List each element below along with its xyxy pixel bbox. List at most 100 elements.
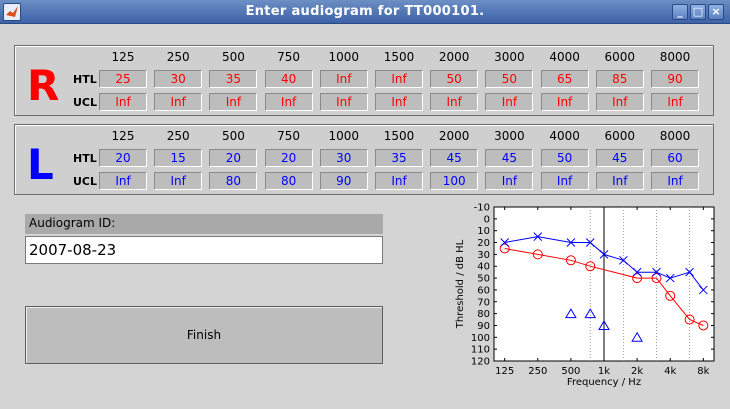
x-tick-label: 4k bbox=[664, 366, 676, 377]
left-htl-cell-125[interactable]: 20 bbox=[99, 149, 147, 167]
x-tick-label: 8k bbox=[697, 366, 709, 377]
left-ucl-cell-4000[interactable]: Inf bbox=[540, 172, 589, 190]
x-tick-label: 500 bbox=[561, 366, 580, 377]
frequency-header-1000: 1000 bbox=[328, 50, 360, 64]
right-ear-panel: R HTL UCL 125 250 500 750 1000 1500 2000 3000 40… bbox=[14, 45, 714, 116]
maximize-icon[interactable]: □ bbox=[690, 4, 706, 20]
x-tick-label: 2k bbox=[631, 366, 643, 377]
frequency-header-250: 250 bbox=[166, 129, 190, 143]
left-htl-cell-500[interactable]: 20 bbox=[209, 149, 258, 167]
minimize-icon[interactable]: _ bbox=[672, 4, 688, 20]
left-htl-cell-250[interactable]: 15 bbox=[154, 149, 203, 167]
window-title: Enter audiogram for TT000101. bbox=[245, 4, 485, 19]
left-ucl-cell-125[interactable]: Inf bbox=[99, 172, 147, 190]
audiogram-chart: -100102030405060708090100110120 125 250 500… bbox=[455, 203, 715, 388]
right-htl-cell-8000[interactable]: 90 bbox=[651, 70, 699, 88]
left-htl-cell-6000[interactable]: 45 bbox=[595, 149, 644, 167]
right-htl-cell-3000[interactable]: 50 bbox=[485, 70, 534, 88]
x-tick-label: 1k bbox=[598, 366, 610, 377]
frequency-header-8000: 8000 bbox=[659, 129, 691, 143]
title-bar: Enter audiogram for TT000101. _ □ × bbox=[0, 0, 730, 24]
y-tick-label: 0 bbox=[484, 214, 490, 225]
close-icon[interactable]: × bbox=[708, 4, 724, 20]
left-ucl-cell-500[interactable]: 80 bbox=[209, 172, 258, 190]
left-ucl-label: UCL bbox=[73, 175, 98, 188]
frequency-header-1000: 1000 bbox=[328, 129, 360, 143]
left-ear-label: L bbox=[27, 140, 54, 189]
right-ucl-cell-125[interactable]: Inf bbox=[99, 93, 147, 111]
right-ucl-cell-2000[interactable]: Inf bbox=[430, 93, 479, 111]
frequency-header-4000: 4000 bbox=[549, 50, 580, 64]
y-axis-label: Threshold / dB HL bbox=[455, 239, 466, 329]
frequency-header-4000: 4000 bbox=[549, 129, 580, 143]
left-htl-cell-3000[interactable]: 45 bbox=[485, 149, 534, 167]
y-tick-label: 80 bbox=[477, 309, 490, 320]
left-ucl-cell-1500[interactable]: Inf bbox=[375, 172, 423, 190]
right-ear-label: R bbox=[27, 61, 60, 110]
right-htl-cell-750[interactable]: 40 bbox=[264, 70, 313, 88]
frequency-header-125: 125 bbox=[111, 129, 135, 143]
left-ucl-cell-6000[interactable]: Inf bbox=[595, 172, 644, 190]
left-ucl-cell-3000[interactable]: Inf bbox=[485, 172, 534, 190]
y-tick-label: 50 bbox=[477, 274, 490, 285]
frequency-header-500: 500 bbox=[221, 50, 245, 64]
right-ucl-cell-750[interactable]: Inf bbox=[264, 93, 313, 111]
right-htl-cell-2000[interactable]: 50 bbox=[430, 70, 479, 88]
right-ucl-cell-8000[interactable]: Inf bbox=[651, 93, 699, 111]
x-axis-label: Frequency / Hz bbox=[567, 377, 641, 388]
right-htl-cell-6000[interactable]: 85 bbox=[595, 70, 644, 88]
right-ucl-cell-500[interactable]: Inf bbox=[209, 93, 258, 111]
right-ucl-cell-250[interactable]: Inf bbox=[154, 93, 203, 111]
right-ucl-cell-1500[interactable]: Inf bbox=[375, 93, 423, 111]
y-tick-label: 110 bbox=[471, 345, 490, 356]
right-ucl-cell-1000[interactable]: Inf bbox=[319, 93, 368, 111]
finish-button[interactable]: Finish bbox=[25, 306, 383, 364]
left-htl-cell-1500[interactable]: 35 bbox=[375, 149, 423, 167]
left-ucl-cell-250[interactable]: Inf bbox=[154, 172, 203, 190]
y-tick-label: 100 bbox=[471, 333, 490, 344]
audiogram-id-label: Audiogram ID: bbox=[25, 214, 383, 234]
left-htl-cell-2000[interactable]: 45 bbox=[430, 149, 479, 167]
left-htl-cell-750[interactable]: 20 bbox=[264, 149, 313, 167]
frequency-header-3000: 3000 bbox=[494, 50, 525, 64]
right-htl-cell-250[interactable]: 30 bbox=[154, 70, 203, 88]
left-ucl-cell-750[interactable]: 80 bbox=[264, 172, 313, 190]
frequency-header-500: 500 bbox=[221, 129, 245, 143]
left-htl-cell-4000[interactable]: 50 bbox=[540, 149, 589, 167]
right-htl-cell-500[interactable]: 35 bbox=[209, 70, 258, 88]
y-tick-label: 20 bbox=[477, 238, 490, 249]
right-htl-cell-1500[interactable]: Inf bbox=[375, 70, 423, 88]
right-htl-cell-4000[interactable]: 65 bbox=[540, 70, 589, 88]
frequency-header-3000: 3000 bbox=[494, 129, 525, 143]
frequency-header-1500: 1500 bbox=[383, 50, 415, 64]
y-tick-label: 60 bbox=[477, 285, 490, 296]
frequency-header-250: 250 bbox=[166, 50, 190, 64]
left-htl-cell-1000[interactable]: 30 bbox=[319, 149, 368, 167]
right-htl-cell-1000[interactable]: Inf bbox=[319, 70, 368, 88]
left-htl-label: HTL bbox=[73, 152, 97, 165]
frequency-header-1500: 1500 bbox=[383, 129, 415, 143]
right-ucl-cell-6000[interactable]: Inf bbox=[595, 93, 644, 111]
left-ucl-cell-2000[interactable]: 100 bbox=[430, 172, 479, 190]
right-htl-cell-125[interactable]: 25 bbox=[99, 70, 147, 88]
frequency-header-750: 750 bbox=[277, 129, 301, 143]
left-htl-cell-8000[interactable]: 60 bbox=[651, 149, 699, 167]
right-ucl-cell-3000[interactable]: Inf bbox=[485, 93, 534, 111]
right-ucl-cell-4000[interactable]: Inf bbox=[540, 93, 589, 111]
y-tick-label: 10 bbox=[477, 226, 490, 237]
x-tick-label: 125 bbox=[495, 366, 514, 377]
right-ucl-label: UCL bbox=[73, 96, 98, 109]
frequency-header-750: 750 bbox=[277, 50, 301, 64]
audiogram-id-input[interactable] bbox=[25, 236, 383, 264]
left-ear-panel: L HTL UCL 125 250 500 750 1000 1500 2000 3000 40… bbox=[14, 124, 714, 195]
frequency-header-125: 125 bbox=[111, 50, 135, 64]
y-tick-label: 30 bbox=[477, 250, 490, 261]
frequency-header-2000: 2000 bbox=[438, 50, 470, 64]
left-ucl-cell-1000[interactable]: 90 bbox=[319, 172, 368, 190]
frequency-header-6000: 6000 bbox=[604, 129, 636, 143]
y-tick-label: 90 bbox=[477, 321, 490, 332]
left-ucl-cell-8000[interactable]: Inf bbox=[651, 172, 699, 190]
y-tick-label: 120 bbox=[471, 357, 490, 368]
frequency-header-6000: 6000 bbox=[604, 50, 636, 64]
frequency-header-2000: 2000 bbox=[438, 129, 470, 143]
